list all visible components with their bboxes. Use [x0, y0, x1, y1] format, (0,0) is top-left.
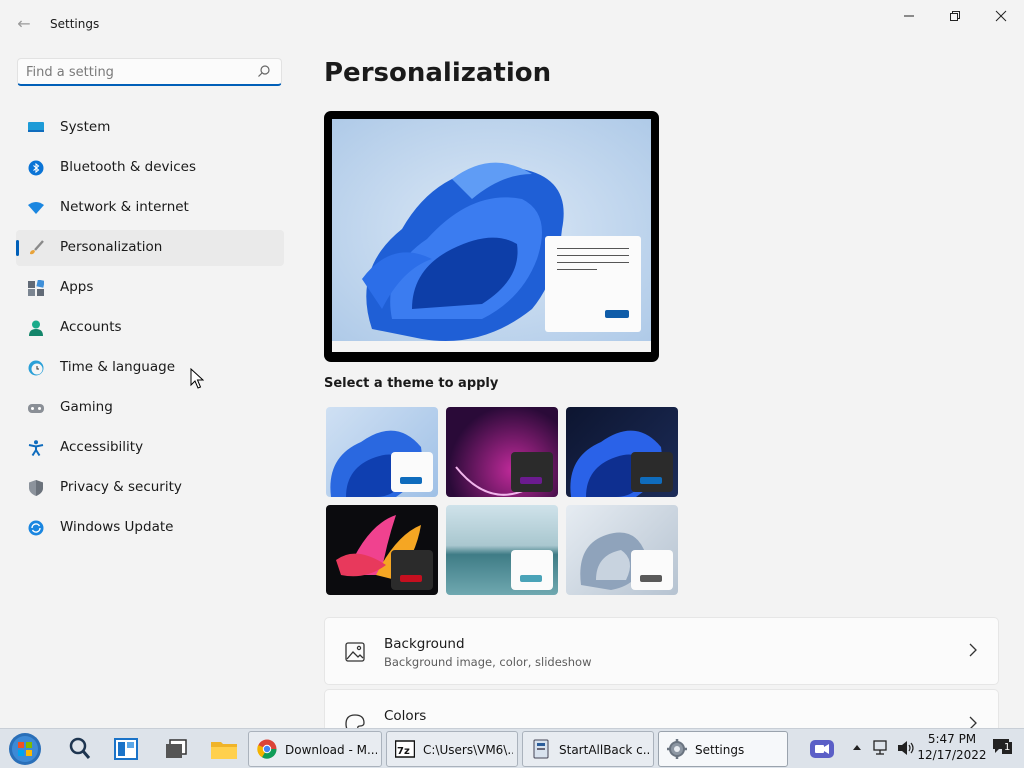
close-button[interactable] — [978, 6, 1024, 28]
sidebar-item-accessibility[interactable]: Accessibility — [16, 430, 284, 466]
taskbar-button-startallback[interactable]: StartAllBack c... — [522, 731, 654, 767]
card-subtitle: Background image, color, slideshow — [384, 655, 592, 669]
minimize-button[interactable] — [886, 6, 932, 28]
sidebar-item-label: Accounts — [60, 319, 122, 335]
sidebar-item-label: Time & language — [60, 359, 176, 375]
sidebar-item-label: Personalization — [60, 239, 163, 255]
sidebar-item-label: Windows Update — [60, 519, 174, 535]
taskbar-clock[interactable]: 5:47 PM 12/17/2022 — [914, 731, 990, 763]
settings-window: ← Settings System Bluetooth & devices Ne… — [0, 0, 1024, 728]
sidebar-nav: System Bluetooth & devices Network & int… — [16, 110, 284, 550]
palette-icon — [345, 714, 365, 728]
back-button[interactable]: ← — [10, 12, 38, 36]
sidebar-item-label: Network & internet — [60, 199, 189, 215]
search-icon — [258, 65, 270, 77]
sidebar-item-bluetooth[interactable]: Bluetooth & devices — [16, 150, 284, 186]
sidebar-item-accounts[interactable]: Accounts — [16, 310, 284, 346]
update-icon — [28, 520, 44, 536]
taskbar: Download - M... 7z C:\Users\VM6\... Star… — [0, 728, 1024, 768]
mouse-cursor-icon — [190, 368, 204, 389]
taskbar-button-settings[interactable]: Settings — [658, 731, 788, 767]
taskbar-button-label: C:\Users\VM6\... — [423, 743, 513, 757]
theme-thumbnail-windows-light[interactable] — [326, 407, 438, 497]
widgets-icon[interactable] — [110, 733, 142, 765]
task-view-icon[interactable] — [160, 733, 192, 765]
shield-icon — [29, 480, 43, 496]
chevron-right-icon — [969, 716, 977, 728]
theme-thumbnail-glow[interactable] — [446, 407, 558, 497]
theme-thumbnail-flow[interactable] — [566, 505, 678, 595]
wallpaper-preview — [332, 119, 651, 341]
7zip-icon: 7z — [395, 740, 415, 758]
sidebar-item-time-language[interactable]: Time & language — [16, 350, 284, 386]
taskbar-button-label: Download - M... — [285, 743, 377, 757]
title-bar: ← Settings — [0, 0, 1024, 48]
close-icon — [995, 10, 1007, 22]
card-title: Colors — [384, 708, 427, 724]
card-title: Background — [384, 636, 465, 652]
sidebar-item-system[interactable]: System — [16, 110, 284, 146]
preview-window-sample — [545, 236, 641, 332]
colors-setting-card[interactable]: Colors — [324, 689, 999, 728]
image-icon — [345, 642, 365, 662]
sidebar-item-apps[interactable]: Apps — [16, 270, 284, 306]
svg-text:7z: 7z — [397, 746, 410, 757]
person-icon — [29, 320, 43, 336]
gamepad-icon — [28, 404, 44, 413]
volume-icon[interactable] — [896, 739, 916, 757]
chevron-right-icon — [969, 643, 977, 657]
minimize-icon — [904, 15, 914, 17]
apps-icon — [28, 280, 44, 296]
file-explorer-icon[interactable] — [208, 733, 240, 765]
taskbar-button-label: Settings — [695, 743, 745, 757]
sidebar-item-gaming[interactable]: Gaming — [16, 390, 284, 426]
meet-now-icon[interactable] — [808, 735, 836, 763]
restore-icon — [950, 11, 960, 21]
search-input[interactable] — [26, 63, 246, 81]
notification-count-badge: 1 — [1002, 742, 1013, 754]
background-setting-card[interactable]: Background Background image, color, slid… — [324, 617, 999, 685]
brush-icon — [30, 240, 44, 255]
clock-time: 5:47 PM — [927, 732, 977, 746]
sidebar-item-label: Gaming — [60, 399, 113, 415]
sidebar-item-label: Privacy & security — [60, 479, 182, 495]
accessibility-icon — [28, 440, 44, 456]
sidebar-item-label: Apps — [60, 279, 94, 295]
maximize-button[interactable] — [932, 6, 978, 28]
startallback-icon — [533, 739, 549, 759]
gear-icon — [667, 739, 687, 759]
monitor-icon — [28, 122, 44, 132]
theme-thumbnail-captured-motion[interactable] — [326, 505, 438, 595]
bluetooth-icon — [28, 160, 44, 176]
taskbar-button-7zip[interactable]: 7z C:\Users\VM6\... — [386, 731, 518, 767]
wifi-icon — [28, 202, 44, 214]
theme-preview — [324, 111, 659, 362]
network-icon[interactable] — [872, 739, 890, 757]
taskbar-button-chrome[interactable]: Download - M... — [248, 731, 382, 767]
sidebar-item-label: System — [60, 119, 111, 135]
chevron-up-icon[interactable] — [852, 743, 862, 751]
sidebar-item-privacy[interactable]: Privacy & security — [16, 470, 284, 506]
app-title: Settings — [50, 17, 100, 31]
start-button-orb-icon[interactable] — [8, 732, 42, 766]
theme-thumbnail-sunrise[interactable] — [446, 505, 558, 595]
search-box[interactable] — [17, 58, 282, 86]
notification-center-button[interactable]: 1 — [992, 738, 1014, 758]
chrome-icon — [257, 739, 277, 759]
search-icon[interactable] — [64, 733, 96, 765]
themes-section-label: Select a theme to apply — [324, 376, 499, 391]
page-title: Personalization — [324, 58, 552, 88]
preview-taskbar — [332, 341, 651, 352]
sidebar-item-label: Bluetooth & devices — [60, 159, 197, 175]
sidebar-item-network[interactable]: Network & internet — [16, 190, 284, 226]
clock-date: 12/17/2022 — [917, 748, 987, 762]
theme-thumbnail-windows-dark[interactable] — [566, 407, 678, 497]
clock-globe-icon — [28, 360, 44, 376]
taskbar-button-label: StartAllBack c... — [559, 743, 649, 757]
sidebar-item-label: Accessibility — [60, 439, 144, 455]
sidebar-item-personalization[interactable]: Personalization — [16, 230, 284, 266]
sidebar-item-windows-update[interactable]: Windows Update — [16, 510, 284, 546]
